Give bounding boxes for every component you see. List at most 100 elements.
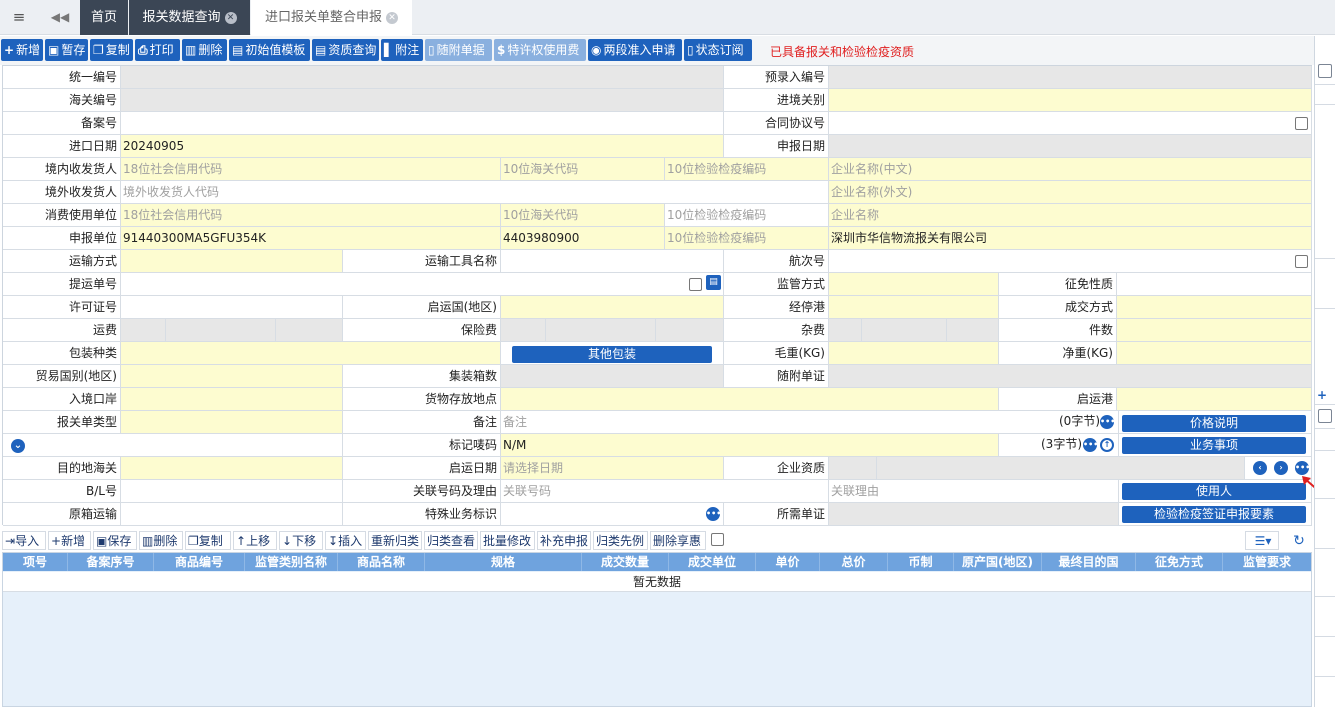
declare-unit-ciq-input[interactable]: 10位检验检疫编码 bbox=[665, 227, 829, 250]
init-template-button[interactable]: ▤ 初始值模板 bbox=[229, 39, 310, 61]
declare-unit-name-input[interactable]: 深圳市华信物流报关有限公司 bbox=[829, 227, 1312, 250]
price-desc-button[interactable]: 价格说明 bbox=[1122, 415, 1306, 432]
close-icon[interactable]: ✕ bbox=[224, 12, 237, 24]
departure-country-input[interactable] bbox=[501, 296, 724, 319]
grid-batch-edit-button[interactable]: 批量修改 bbox=[480, 531, 535, 550]
grid-header-final-dest[interactable]: 最终目的国 bbox=[1042, 553, 1136, 571]
delete-button[interactable]: ▥ 删除 bbox=[182, 39, 227, 61]
grid-header-levy-mode[interactable]: 征免方式 bbox=[1136, 553, 1223, 571]
refresh-icon[interactable]: ↻ bbox=[1290, 532, 1308, 550]
side-checkbox[interactable] bbox=[1318, 409, 1332, 423]
voyage-no-input[interactable] bbox=[829, 250, 1312, 273]
grid-header-deal-qty[interactable]: 成交数量 bbox=[582, 553, 669, 571]
ciq-cert-button[interactable]: 检验检疫签证申报要素 bbox=[1122, 506, 1306, 523]
qualification-query-button[interactable]: ▤ 资质查询 bbox=[312, 39, 379, 61]
domestic-company-cn-input[interactable]: 企业名称(中文) bbox=[829, 158, 1312, 181]
related-no-input[interactable]: 关联号码 bbox=[501, 480, 829, 503]
foreign-company-en-input[interactable]: 企业名称(外文) bbox=[829, 181, 1312, 204]
bill-checkbox[interactable] bbox=[689, 278, 702, 291]
grid-new-button[interactable]: +新增 bbox=[48, 531, 91, 550]
grid-classify-precedent-button[interactable]: 归类先例 bbox=[593, 531, 648, 550]
levy-nature-input[interactable] bbox=[1117, 273, 1312, 296]
trade-country-input[interactable] bbox=[121, 365, 343, 388]
print-button[interactable]: ⎙ 打印 bbox=[135, 39, 180, 61]
grid-classify-view-button[interactable]: 归类查看 bbox=[424, 531, 478, 550]
grid-supplement-button[interactable]: 补充申报 bbox=[537, 531, 591, 550]
column-chooser-icon[interactable]: ☰▾ bbox=[1245, 531, 1279, 550]
bill-lookup-icon[interactable]: ▤ bbox=[706, 275, 721, 290]
deal-mode-input[interactable] bbox=[1117, 296, 1312, 319]
insurance-currency-input[interactable] bbox=[656, 319, 724, 342]
chevron-right-icon[interactable]: › bbox=[1274, 461, 1288, 475]
tab-home[interactable]: 首页 bbox=[80, 0, 128, 35]
side-checkbox[interactable] bbox=[1318, 64, 1332, 78]
grid-save-button[interactable]: ▣保存 bbox=[93, 531, 137, 550]
close-icon[interactable]: ✕ bbox=[386, 12, 398, 24]
special-business-input[interactable] bbox=[501, 503, 724, 526]
other-package-button[interactable]: 其他包装 bbox=[512, 346, 712, 363]
attached-docs-button[interactable]: ▯ 随附单据 bbox=[425, 39, 492, 61]
net-weight-input[interactable] bbox=[1117, 342, 1312, 365]
consumer-ciq-code-input[interactable]: 10位检验检疫编码 bbox=[665, 204, 829, 227]
business-button[interactable]: 业务事项 bbox=[1122, 437, 1306, 454]
misc-mark-input[interactable] bbox=[829, 319, 862, 342]
new-button[interactable]: + 新增 bbox=[1, 39, 43, 61]
grid-header-currency[interactable]: 币制 bbox=[888, 553, 954, 571]
grid-header-record-seq[interactable]: 备案序号 bbox=[68, 553, 154, 571]
grid-header-deal-unit[interactable]: 成交单位 bbox=[669, 553, 756, 571]
consumer-credit-code-input[interactable]: 18位社会信用代码 bbox=[121, 204, 501, 227]
grid-header-origin-country[interactable]: 原产国(地区) bbox=[954, 553, 1042, 571]
insurance-mark-input[interactable] bbox=[501, 319, 546, 342]
remark-more-icon[interactable]: ••• bbox=[1100, 415, 1115, 429]
freight-currency-input[interactable] bbox=[276, 319, 343, 342]
grid-header-supervision-req[interactable]: 监管要求 bbox=[1223, 553, 1311, 571]
chevron-down-icon[interactable]: ⌄ bbox=[11, 439, 25, 453]
special-business-more-icon[interactable]: ••• bbox=[706, 507, 721, 521]
user-button[interactable]: 使用人 bbox=[1122, 483, 1306, 500]
departure-port-input[interactable] bbox=[1117, 388, 1312, 411]
transport-tool-input[interactable] bbox=[501, 250, 724, 273]
declare-unit-credit-input[interactable]: 91440300MA5GFU354K bbox=[121, 227, 501, 250]
grid-header-unit-price[interactable]: 单价 bbox=[756, 553, 820, 571]
save-draft-button[interactable]: ▣ 暂存 bbox=[45, 39, 88, 61]
contract-checkbox[interactable] bbox=[1295, 117, 1308, 130]
gross-weight-input[interactable] bbox=[829, 342, 999, 365]
menu-icon[interactable]: ≡ bbox=[0, 0, 38, 35]
declare-unit-customs-input[interactable]: 4403980900 bbox=[501, 227, 665, 250]
status-subscribe-button[interactable]: ▯ 状态订阅 bbox=[684, 39, 752, 61]
grid-import-button[interactable]: ⇥导入 bbox=[2, 531, 46, 550]
grid-header-goods-name[interactable]: 商品名称 bbox=[338, 553, 425, 571]
grid-insert-button[interactable]: ↧插入 bbox=[325, 531, 366, 550]
misc-currency-input[interactable] bbox=[947, 319, 999, 342]
insurance-rate-input[interactable] bbox=[546, 319, 656, 342]
chevron-left-icon[interactable]: ‹ bbox=[1253, 461, 1267, 475]
import-date-input[interactable]: 20240905 bbox=[121, 135, 724, 158]
contract-no-input[interactable] bbox=[829, 112, 1312, 135]
misc-rate-input[interactable] bbox=[862, 319, 947, 342]
grid-header-spec[interactable]: 规格 bbox=[425, 553, 582, 571]
origin-transport-input[interactable] bbox=[121, 503, 343, 526]
foreign-code-input[interactable]: 境外收发货人代码 bbox=[121, 181, 829, 204]
grid-benefit-checkbox[interactable] bbox=[711, 533, 724, 546]
remark-input[interactable]: 备注 bbox=[501, 411, 1119, 434]
pieces-input[interactable] bbox=[1117, 319, 1312, 342]
record-no-input[interactable] bbox=[121, 112, 724, 135]
package-type-input[interactable] bbox=[121, 342, 501, 365]
freight-rate-input[interactable] bbox=[166, 319, 276, 342]
dest-customs-input[interactable] bbox=[121, 457, 343, 480]
license-no-input[interactable] bbox=[121, 296, 343, 319]
qualification-more-icon[interactable]: ••• bbox=[1295, 461, 1310, 475]
domestic-ciq-code-input[interactable]: 10位检验检疫编码 bbox=[665, 158, 829, 181]
grid-reclassify-button[interactable]: 重新归类 bbox=[368, 531, 422, 550]
departure-date-input[interactable]: 请选择日期 bbox=[501, 457, 724, 480]
side-plus-icon[interactable]: + bbox=[1317, 388, 1327, 402]
tab-customs-query[interactable]: 报关数据查询 ✕ bbox=[129, 0, 250, 35]
two-stage-button[interactable]: ◉ 两段准入申请 bbox=[588, 39, 682, 61]
mark-more-icon[interactable]: ••• bbox=[1083, 438, 1098, 452]
back-double-icon[interactable]: ◀◀ bbox=[40, 0, 80, 35]
transit-port-input[interactable] bbox=[829, 296, 999, 319]
grid-header-total-price[interactable]: 总价 bbox=[820, 553, 888, 571]
grid-header-goods-code[interactable]: 商品编号 bbox=[154, 553, 245, 571]
entry-port-input[interactable] bbox=[121, 388, 343, 411]
grid-delete-benefit-button[interactable]: 删除享惠 bbox=[650, 531, 706, 550]
